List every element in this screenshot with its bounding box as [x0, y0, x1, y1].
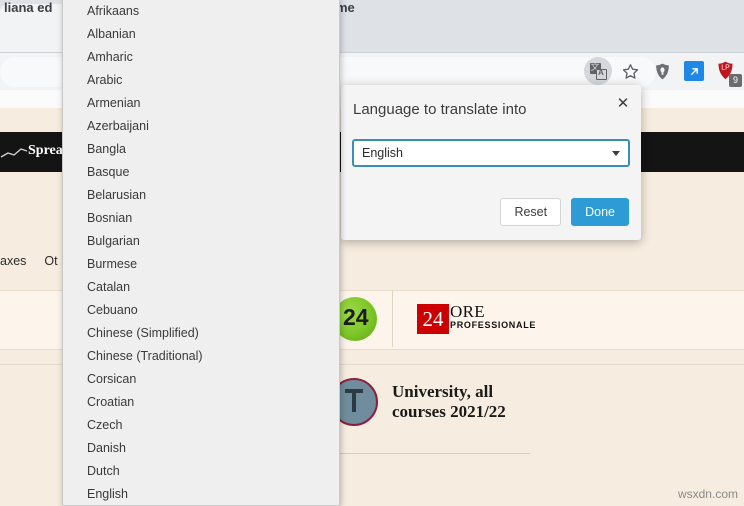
language-option[interactable]: Bosnian — [63, 207, 339, 230]
language-option[interactable]: Catalan — [63, 276, 339, 299]
subnav-item-taxes[interactable]: axes — [0, 254, 26, 268]
blue-launch-extension-icon — [684, 61, 704, 81]
lastpass-extension-button[interactable]: LP 9 — [712, 57, 742, 87]
language-option[interactable]: Dutch — [63, 460, 339, 483]
language-option[interactable]: Burmese — [63, 253, 339, 276]
language-option[interactable]: Albanian — [63, 23, 339, 46]
reset-button[interactable]: Reset — [500, 198, 562, 226]
language-option[interactable]: Bangla — [63, 138, 339, 161]
sole-24-ore-redbox: 24 — [417, 304, 449, 334]
language-option[interactable]: Basque — [63, 161, 339, 184]
blue-launch-extension-button[interactable] — [680, 57, 708, 85]
translate-language-dialog: Language to translate into ✕ English Res… — [341, 85, 641, 240]
language-select-value: English — [362, 146, 403, 160]
language-option[interactable]: Azerbaijani — [63, 115, 339, 138]
language-option[interactable]: Cebuano — [63, 299, 339, 322]
language-option[interactable]: Arabic — [63, 69, 339, 92]
extension-badge-count: 9 — [729, 74, 742, 87]
shield-extension-button[interactable] — [648, 57, 676, 85]
sub-navigation-items: axes Ot — [0, 254, 58, 268]
language-select[interactable]: English — [352, 139, 630, 167]
course-list-item[interactable]: University, all courses 2021/22 — [330, 378, 506, 426]
language-option[interactable]: Armenian — [63, 92, 339, 115]
language-dropdown-popup[interactable]: Afrikaans Albanian Amharic Arabic Armenian Az… — [62, 0, 340, 506]
language-option[interactable]: English — [63, 483, 339, 505]
bookmark-star-button[interactable] — [616, 57, 644, 85]
language-option[interactable]: Danish — [63, 437, 339, 460]
translate-icon-button[interactable] — [584, 57, 612, 85]
svg-text:LP: LP — [721, 65, 730, 72]
language-option[interactable]: Bulgarian — [63, 230, 339, 253]
language-option[interactable]: Amharic — [63, 46, 339, 69]
translate-icon — [589, 61, 607, 80]
dialog-title: Language to translate into — [353, 101, 527, 118]
language-option[interactable]: Corsican — [63, 368, 339, 391]
close-icon[interactable]: ✕ — [613, 93, 633, 113]
chevron-down-icon — [612, 150, 620, 156]
content-divider-bottom — [330, 453, 530, 454]
sole-24-ore-professionale-logo: 24 ORE PROFESSIONALE — [417, 302, 537, 334]
subnav-item-other[interactable]: Ot — [44, 254, 57, 268]
brand-divider-left — [392, 291, 393, 347]
watermark-label: wsxdn.com — [677, 487, 738, 501]
green-24-logo-number: 24 — [343, 304, 369, 330]
course-list-item-title: University, all courses 2021/22 — [392, 382, 506, 421]
dialog-button-row: Reset Done — [500, 198, 629, 226]
sparkline-icon — [0, 146, 28, 165]
lastpass-extension-icon: LP 9 — [715, 60, 742, 87]
bookmark-star-icon — [621, 62, 640, 81]
sole-24-ore-professionale-word: PROFESSIONALE — [450, 320, 537, 330]
language-option[interactable]: Croatian — [63, 391, 339, 414]
sole-24-ore-word: ORE — [450, 302, 485, 321]
language-option[interactable]: Afrikaans — [63, 0, 339, 23]
language-option[interactable]: Chinese (Traditional) — [63, 345, 339, 368]
language-option[interactable]: Chinese (Simplified) — [63, 322, 339, 345]
done-button[interactable]: Done — [571, 198, 629, 226]
language-option[interactable]: Czech — [63, 414, 339, 437]
screenshot-root: liana ed me 文 A LP 9 Spread axes Ot 24 2… — [0, 0, 744, 506]
sole-24-ore-number: 24 — [422, 306, 444, 331]
language-option[interactable]: Belarusian — [63, 184, 339, 207]
browser-tab-title: liana ed — [4, 0, 53, 15]
shield-extension-icon — [653, 62, 672, 81]
